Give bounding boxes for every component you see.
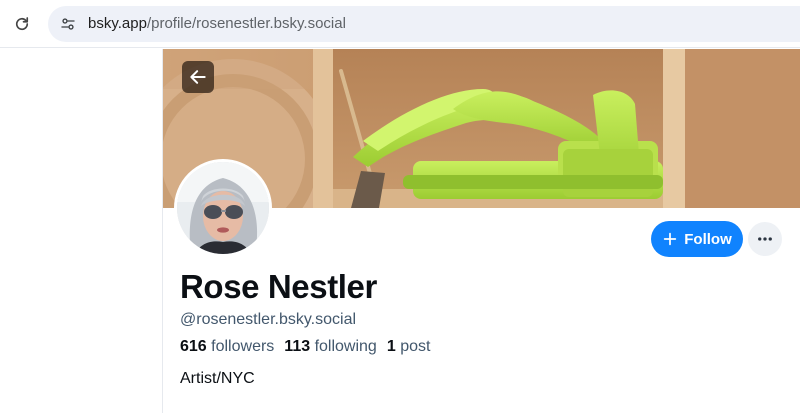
address-bar[interactable]: bsky.app/profile/rosenestler.bsky.social	[48, 6, 800, 42]
followers-link[interactable]: 616 followers	[180, 338, 274, 356]
following-label: following	[314, 338, 377, 355]
followers-label: followers	[211, 338, 275, 355]
browser-toolbar: bsky.app/profile/rosenestler.bsky.social	[0, 0, 800, 48]
posts-label: post	[400, 338, 431, 355]
posts-count: 1	[386, 338, 396, 355]
reload-icon[interactable]	[10, 12, 34, 36]
profile-handle: @rosenestler.bsky.social	[180, 311, 357, 328]
profile-bio: Artist/NYC	[180, 370, 255, 387]
posts-stat: 1 post	[387, 338, 431, 356]
more-options-button[interactable]	[748, 222, 782, 256]
left-sidebar	[0, 49, 163, 413]
following-count: 113	[284, 338, 311, 355]
url-text[interactable]: bsky.app/profile/rosenestler.bsky.social	[88, 15, 346, 32]
display-name: Rose Nestler	[180, 268, 377, 305]
follow-button-label: Follow	[684, 230, 732, 248]
follow-button[interactable]: Follow	[651, 221, 743, 257]
followers-count: 616	[180, 338, 207, 355]
following-link[interactable]: 113 following	[284, 338, 377, 356]
profile-stats: 616 followers 113 following 1 post	[180, 338, 430, 356]
back-button[interactable]	[182, 61, 214, 93]
profile-column: Follow Rose Nestler @rosenestler.bsky.so…	[163, 49, 800, 413]
url-path: /profile/rosenestler.bsky.social	[146, 15, 346, 32]
avatar-image	[177, 162, 269, 254]
arrow-left-icon	[190, 70, 206, 84]
avatar[interactable]	[174, 159, 272, 257]
tune-icon[interactable]	[56, 12, 80, 36]
ellipsis-icon	[758, 237, 772, 241]
url-host: bsky.app	[88, 15, 147, 32]
plus-icon	[664, 232, 677, 246]
